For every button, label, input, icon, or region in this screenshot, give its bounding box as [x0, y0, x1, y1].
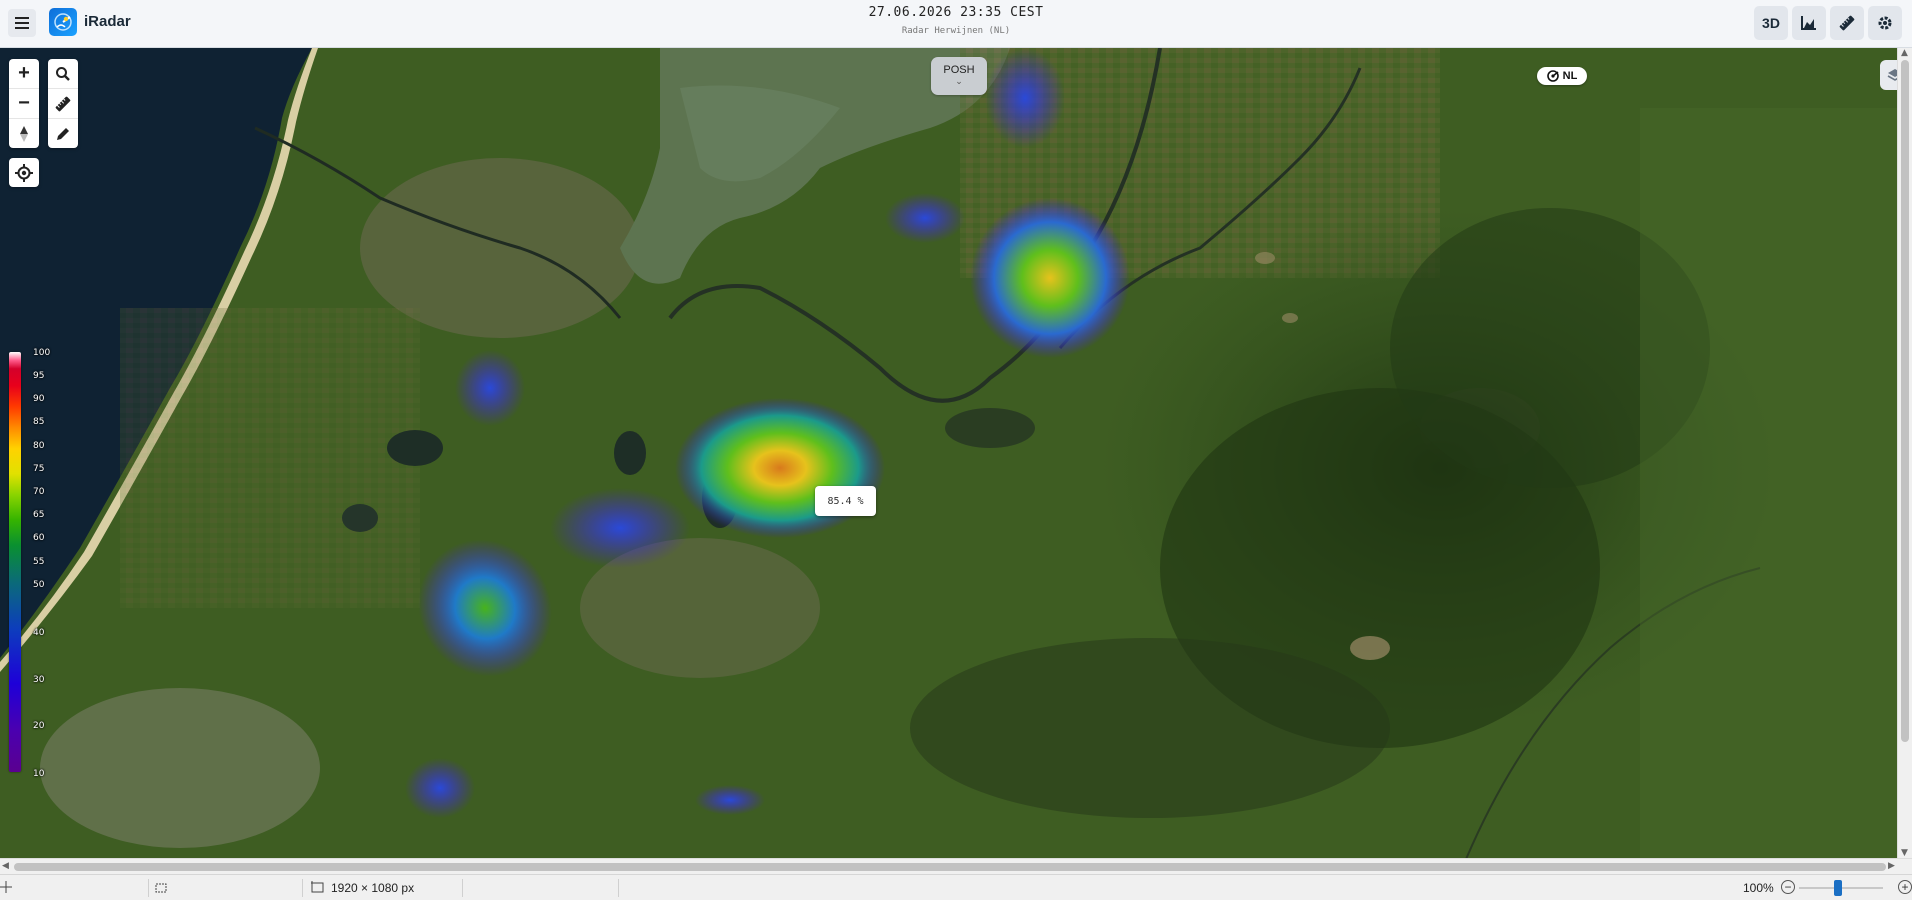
country-label: NL — [1562, 70, 1578, 82]
satellite-basemap — [0, 48, 1897, 858]
chart-button[interactable] — [1792, 6, 1826, 40]
country-badge[interactable]: NL — [1537, 67, 1587, 85]
product-label: POSH — [943, 64, 975, 76]
search-button[interactable] — [48, 59, 78, 88]
3d-button[interactable]: 3D — [1754, 6, 1788, 40]
legend-label: 30 — [33, 675, 45, 685]
ruler-icon — [1839, 15, 1855, 31]
scroll-left-arrow-icon[interactable]: ◀ — [2, 861, 9, 871]
status-separator — [148, 879, 149, 897]
scroll-up-arrow-icon[interactable]: ▲ — [1901, 48, 1908, 58]
measure-button[interactable] — [48, 88, 78, 118]
zoom-out-button[interactable]: − — [9, 88, 39, 118]
tool-controls — [48, 59, 78, 148]
image-size-icon — [311, 881, 324, 893]
legend-label: 75 — [33, 464, 45, 474]
horizontal-scrollbar[interactable]: ◀ ▶ — [0, 858, 1912, 874]
top-right-toolbar: 3D — [1754, 6, 1902, 40]
image-dimensions: 1920 × 1080 px — [331, 881, 415, 895]
search-icon — [56, 66, 70, 81]
zoom-level: 100% — [1743, 881, 1774, 895]
compass-icon — [20, 125, 28, 142]
pencil-icon — [57, 127, 69, 140]
scroll-right-arrow-icon[interactable]: ▶ — [1888, 861, 1895, 871]
legend-label: 100 — [33, 348, 51, 358]
vertical-scrollbar[interactable]: ▲ ▼ — [1897, 48, 1912, 858]
legend-label: 60 — [33, 533, 45, 543]
locate-icon — [15, 163, 33, 182]
legend-label: 40 — [33, 628, 45, 638]
status-separator — [618, 879, 619, 897]
settings-button[interactable] — [1868, 6, 1902, 40]
radar-map[interactable] — [0, 48, 1897, 858]
top-bar: iRadar 27.06.2026 23:35 CEST Radar Herwi… — [0, 0, 1912, 48]
radar-dish-icon — [1546, 70, 1559, 82]
horizontal-scroll-thumb[interactable] — [14, 863, 1886, 871]
legend-label: 10 — [33, 769, 45, 779]
ruler-icon — [55, 96, 71, 111]
legend-label: 50 — [33, 580, 45, 590]
zoom-out-icon[interactable]: − — [1781, 880, 1795, 894]
ruler-button[interactable] — [1830, 6, 1864, 40]
chevron-down-icon: ⌄ — [955, 76, 963, 86]
locate-button[interactable] — [9, 158, 39, 187]
value-tooltip: 85.4 % — [815, 486, 876, 516]
status-separator — [462, 879, 463, 897]
zoom-in-icon[interactable]: + — [1898, 880, 1912, 894]
status-separator — [302, 879, 303, 897]
area-chart-icon — [1801, 16, 1816, 30]
cursor-position-icon — [0, 881, 12, 893]
legend-label: 90 — [33, 394, 45, 404]
scroll-down-arrow-icon[interactable]: ▼ — [1901, 848, 1908, 858]
legend-label: 80 — [33, 441, 45, 451]
legend-label: 85 — [33, 417, 45, 427]
status-bar: 1920 × 1080 px 100% − + — [0, 874, 1912, 900]
precipitation-legend-bar — [9, 352, 21, 772]
product-selector[interactable]: POSH ⌄ — [931, 57, 987, 95]
legend-label: 20 — [33, 721, 45, 731]
radar-station: Radar Herwijnen (NL) — [901, 26, 1011, 36]
selection-icon — [155, 883, 167, 893]
zoom-slider-knob[interactable] — [1834, 880, 1842, 896]
zoom-in-button[interactable]: + — [9, 59, 39, 88]
legend-label: 65 — [33, 510, 45, 520]
legend-label: 70 — [33, 487, 45, 497]
vertical-scroll-thumb[interactable] — [1901, 60, 1909, 742]
draw-button[interactable] — [48, 118, 78, 148]
north-button[interactable] — [9, 118, 39, 148]
legend-label: 95 — [33, 371, 45, 381]
radar-datetime: 27.06.2026 23:35 CEST — [868, 5, 1044, 20]
zoom-controls: + − — [9, 59, 39, 148]
gear-icon — [1878, 16, 1892, 30]
legend-label: 55 — [33, 557, 45, 567]
locate-control — [9, 158, 39, 187]
